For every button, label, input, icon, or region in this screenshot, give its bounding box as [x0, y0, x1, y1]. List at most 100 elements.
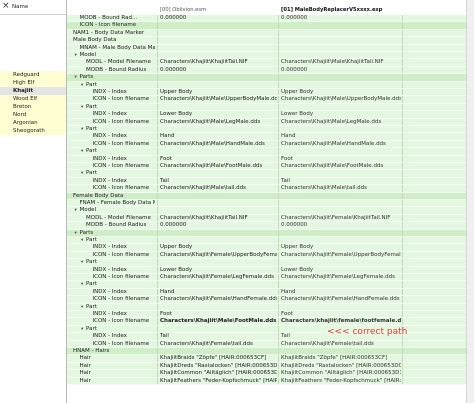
replacer-value[interactable]: Upper Body — [278, 244, 401, 251]
oblivion-value[interactable]: Lower Body — [157, 111, 277, 118]
record-row[interactable]: INDX - Index Foot Foot — [67, 155, 466, 163]
replacer-value[interactable] — [278, 103, 401, 111]
replacer-value[interactable] — [278, 192, 401, 199]
oblivion-value[interactable]: Characters\Khajiit\Female\HandFemale.dds — [157, 296, 277, 303]
record-row[interactable]: ICON - Icon filename Characters\Khajiit\M… — [67, 140, 466, 149]
replacer-value[interactable]: Characters\Khajiit\Male\KhajiitTail.NIF — [278, 59, 401, 66]
oblivion-value[interactable]: Characters\Khajiit\Male\FootMale.dds — [157, 318, 277, 325]
replacer-value[interactable]: Lower Body — [278, 266, 401, 273]
oblivion-value[interactable]: 0.000000 — [157, 222, 277, 229]
column-header-oblivion[interactable]: [00] Oblivion.esm — [157, 6, 277, 15]
replacer-value[interactable]: Characters\Khajiit\Female\LegFemale.dds — [278, 274, 401, 281]
replacer-value[interactable]: Lower Body — [278, 111, 401, 118]
oblivion-value[interactable] — [157, 29, 277, 37]
race-item[interactable]: Sheogorath — [0, 127, 66, 135]
replacer-value[interactable]: KhajiitCommon "Alltäglich" [HAIR:000653D… — [278, 370, 401, 377]
record-row[interactable]: ICON - Icon filename Characters\Khajiit\M… — [67, 96, 466, 104]
oblivion-value[interactable]: Upper Body — [157, 244, 277, 251]
replacer-value[interactable]: Characters\Khajiit\Male\FootMale.dds — [278, 163, 401, 170]
record-row[interactable]: Hair KhajiitDreds "Rastalocken" [HAIR:000… — [67, 362, 466, 371]
name-column-header[interactable]: Name — [12, 4, 28, 10]
replacer-value[interactable] — [278, 207, 401, 214]
replacer-value[interactable] — [278, 44, 401, 51]
race-item[interactable]: Breton — [0, 103, 66, 111]
record-row[interactable]: FNAM - Female Body Data Ma... — [67, 200, 466, 208]
replacer-value[interactable] — [278, 148, 401, 155]
record-row[interactable]: ▾ Parts — [67, 74, 466, 82]
record-row[interactable]: INDX - Index Upper Body Upper Body — [67, 89, 466, 97]
record-row[interactable]: ▾ Part — [67, 81, 466, 89]
record-row[interactable]: ICON - Icon filename Characters\Khajiit\F… — [67, 274, 466, 282]
replacer-value[interactable] — [278, 281, 401, 288]
oblivion-value[interactable]: Characters\Khajiit\Male\UpperBodyMale.dd… — [157, 96, 277, 103]
oblivion-value[interactable]: Characters\Khajiit\Female\LegFemale.dds — [157, 274, 277, 281]
race-item[interactable]: Nord — [0, 111, 66, 119]
oblivion-value[interactable] — [157, 81, 277, 88]
record-row[interactable]: ▾ Part — [67, 281, 466, 289]
record-row[interactable]: Female Body Data — [67, 192, 466, 200]
oblivion-value[interactable]: 0.000000 — [157, 15, 277, 22]
replacer-value[interactable]: Characters\Khajiit\Male\UpperBodyMale.dd… — [278, 96, 401, 103]
race-item[interactable]: Wood Elf — [0, 95, 66, 103]
record-row[interactable]: HNAM - Hairs — [67, 348, 466, 356]
replacer-value[interactable]: Foot — [278, 155, 401, 162]
oblivion-value[interactable]: Characters\Khajiit\Male\FootMale.dds — [157, 163, 277, 170]
race-item[interactable]: Argonian — [0, 119, 66, 127]
replacer-value[interactable]: Tail — [278, 177, 401, 185]
oblivion-value[interactable]: Characters\Khajiit\Male\LegMale.dds — [157, 118, 277, 125]
record-row[interactable]: ▾ Part — [67, 148, 466, 156]
oblivion-value[interactable] — [157, 74, 277, 81]
record-row[interactable]: ▾ Part — [67, 103, 466, 112]
race-item[interactable]: High Elf — [0, 79, 66, 87]
replacer-value[interactable] — [278, 126, 401, 133]
oblivion-value[interactable]: Characters\Khajiit\Female\tail.dds — [157, 340, 277, 347]
race-item[interactable]: Khajiit — [0, 87, 66, 95]
record-row[interactable]: ▾ Part — [67, 303, 466, 311]
oblivion-value[interactable]: Characters\Khajiit\Male\tail.dds — [157, 185, 277, 192]
replacer-value[interactable] — [278, 29, 401, 37]
record-row[interactable]: Hair KhajiitBraids "Zöpfe" [HAIR:000653CF… — [67, 355, 466, 363]
record-row[interactable]: MODB - Bound Radius 0.000000 0.000000 — [67, 66, 466, 75]
oblivion-value[interactable] — [157, 207, 277, 214]
replacer-value[interactable] — [278, 303, 401, 310]
replacer-value[interactable]: Hand — [278, 133, 401, 140]
replacer-value[interactable]: Characters\Khajiit\Female\HandFemale.dds — [278, 296, 401, 303]
replacer-value[interactable]: Characters\Khajiit\Female\UpperBodyFemal… — [278, 251, 401, 259]
oblivion-value[interactable]: 0.000000 — [157, 66, 277, 74]
replacer-value[interactable] — [278, 22, 401, 29]
oblivion-value[interactable] — [157, 22, 277, 29]
replacer-value[interactable] — [278, 81, 401, 88]
record-row[interactable]: NAM1 - Body Data Marker — [67, 29, 466, 38]
record-row[interactable]: ▾ Part — [67, 259, 466, 267]
oblivion-value[interactable] — [157, 303, 277, 310]
record-row[interactable]: INDX - Index Tail Tail — [67, 177, 466, 186]
record-row[interactable]: ICON - Icon filename Characters\Khajiit\M… — [67, 185, 466, 193]
oblivion-value[interactable] — [157, 325, 277, 333]
oblivion-value[interactable] — [157, 103, 277, 111]
record-row[interactable]: Hair KhajiitCommon "Alltäglich" [HAIR:000… — [67, 370, 466, 378]
oblivion-value[interactable]: Tail — [157, 177, 277, 185]
record-row[interactable]: INDX - Index Foot Foot — [67, 311, 466, 319]
record-row[interactable]: MODL - Model Filename Characters\Khajiit\… — [67, 59, 466, 67]
replacer-value[interactable]: Characters\Khajiit\Male\HandMale.dds — [278, 140, 401, 148]
oblivion-value[interactable] — [157, 148, 277, 155]
oblivion-value[interactable]: Characters\Khajiit\KhajiitTail.NIF — [157, 214, 277, 222]
replacer-value[interactable] — [278, 74, 401, 81]
oblivion-value[interactable] — [157, 44, 277, 51]
record-navigation-panel[interactable]: × Name Redguard High Elf Khajiit Wood Elf Br… — [0, 0, 67, 403]
record-row[interactable]: INDX - Index Lower Body Lower Body — [67, 111, 466, 119]
replacer-value[interactable]: KhajiitDreds "Rastalocken" [HAIR:000653D… — [278, 362, 401, 370]
oblivion-value[interactable]: Characters\Khajiit\KhajiitTail.NIF — [157, 59, 277, 66]
record-row[interactable]: ▾ Part — [67, 170, 466, 178]
replacer-value[interactable] — [278, 37, 401, 44]
record-row[interactable]: ICON - Icon filename Characters\Khajiit\F… — [67, 340, 466, 348]
replacer-value[interactable]: 0.000000 — [278, 66, 401, 74]
replacer-value[interactable] — [278, 170, 401, 177]
replacer-value[interactable] — [278, 237, 401, 244]
replacer-value[interactable]: Characters\khajiit\female\footfemale.dds — [278, 318, 401, 325]
record-row[interactable]: INDX - Index Hand Hand — [67, 133, 466, 141]
record-row[interactable]: MODL - Model Filename Characters\Khajiit\… — [67, 214, 466, 223]
replacer-value[interactable] — [278, 52, 401, 59]
record-view-grid[interactable]: [00] Oblivion.esm [01] MaleBodyReplacerV… — [67, 0, 474, 403]
record-row[interactable]: MNAM - Male Body Data Marker — [67, 44, 466, 52]
